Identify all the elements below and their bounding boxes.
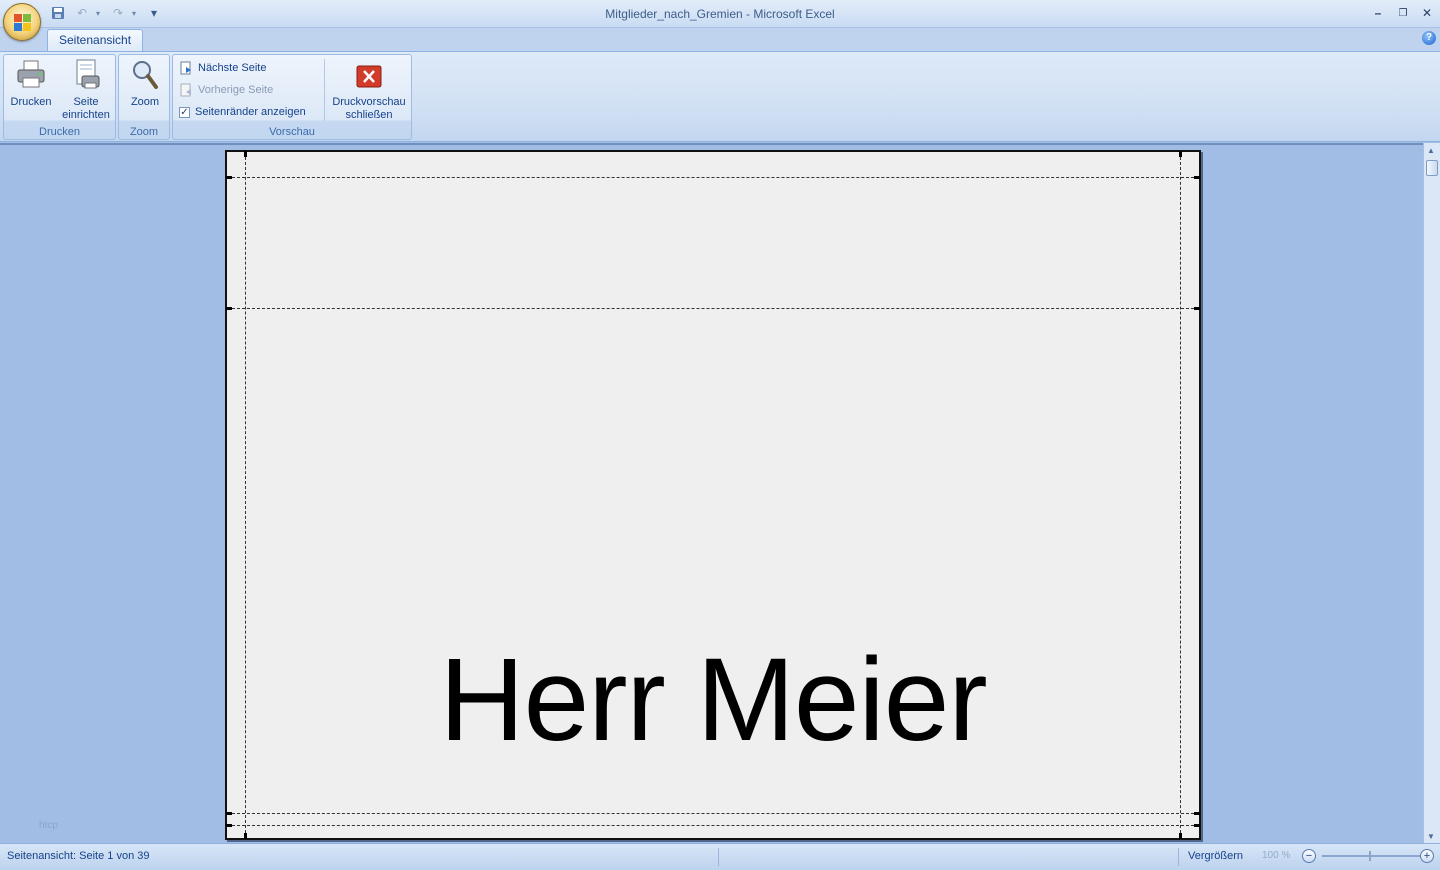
zoom-slider-center xyxy=(1369,851,1371,861)
margin-handle[interactable] xyxy=(244,151,247,157)
margin-line-bottom[interactable] xyxy=(227,813,1199,814)
show-margins-checkbox[interactable]: ✓ Seitenränder anzeigen xyxy=(179,103,306,121)
margin-line-top[interactable] xyxy=(227,308,1199,309)
close-window-button[interactable]: ✕ xyxy=(1416,4,1438,22)
group-label-zoom: Zoom xyxy=(129,126,159,138)
ribbon-tabs: Seitenansicht ? xyxy=(0,28,1440,52)
zoom-out-button[interactable]: − xyxy=(1302,849,1316,863)
previous-page-icon xyxy=(179,83,193,97)
zoom-percent[interactable]: 100 % xyxy=(1262,850,1290,861)
tab-seitenansicht[interactable]: Seitenansicht xyxy=(47,29,144,52)
minimize-button[interactable]: – xyxy=(1367,4,1389,22)
scroll-down-icon[interactable]: ▼ xyxy=(1427,832,1435,841)
page-setup-button[interactable]: Seite einrichten xyxy=(58,58,114,122)
margin-line-footer[interactable] xyxy=(227,825,1199,826)
next-page-icon xyxy=(179,61,193,75)
group-label-drucken: Drucken xyxy=(39,126,80,138)
scroll-thumb[interactable] xyxy=(1426,160,1438,176)
title-bar: ↶ ▾ ↷ ▾ ▾ Mitglieder_nach_Gremien - Micr… xyxy=(0,0,1440,28)
margin-handle[interactable] xyxy=(244,833,247,839)
margin-handle[interactable] xyxy=(226,176,232,179)
close-preview-button[interactable]: Druckvorschau schließen xyxy=(328,58,410,122)
margin-handle[interactable] xyxy=(1179,151,1182,157)
status-bar: Seitenansicht: Seite 1 von 39 Vergrößern… xyxy=(0,843,1440,870)
margin-handle[interactable] xyxy=(1194,307,1200,310)
watermark-text: htcp xyxy=(39,820,58,831)
zoom-button[interactable]: Zoom xyxy=(121,58,169,109)
margin-handle[interactable] xyxy=(226,812,232,815)
window-title: Mitglieder_nach_Gremien - Microsoft Exce… xyxy=(605,7,835,21)
margin-handle[interactable] xyxy=(1179,833,1182,839)
vertical-scrollbar[interactable]: ▲ ▼ xyxy=(1423,143,1440,843)
margin-handle[interactable] xyxy=(226,307,232,310)
print-button[interactable]: Drucken xyxy=(7,58,55,109)
help-icon[interactable]: ? xyxy=(1422,31,1436,45)
print-preview-area: Herr Meier htcp xyxy=(0,143,1440,843)
printer-icon xyxy=(15,58,47,90)
group-drucken: Drucken Seite einrichten Drucken xyxy=(3,54,116,140)
margin-handle[interactable] xyxy=(226,824,232,827)
ribbon: Drucken Seite einrichten Drucken Zoom Zo… xyxy=(0,51,1440,142)
checkmark-icon: ✓ xyxy=(179,106,190,118)
close-preview-icon xyxy=(353,58,385,90)
restore-button[interactable]: ❐ xyxy=(1392,4,1414,22)
next-page-button[interactable]: Nächste Seite xyxy=(179,59,266,77)
zoom-in-button[interactable]: + xyxy=(1420,849,1434,863)
page-setup-icon xyxy=(70,58,102,90)
zoom-label: Vergrößern xyxy=(1188,850,1244,862)
margin-line-header[interactable] xyxy=(227,177,1199,178)
page-content-text: Herr Meier xyxy=(439,634,987,766)
page-status: Seitenansicht: Seite 1 von 39 xyxy=(7,850,150,862)
margin-handle[interactable] xyxy=(1194,824,1200,827)
magnifier-icon xyxy=(129,58,161,90)
preview-page[interactable]: Herr Meier xyxy=(225,150,1201,840)
margin-handle[interactable] xyxy=(1194,176,1200,179)
group-label-vorschau: Vorschau xyxy=(269,126,315,138)
margin-handle[interactable] xyxy=(1194,812,1200,815)
previous-page-button[interactable]: Vorherige Seite xyxy=(179,81,273,99)
scroll-up-icon[interactable]: ▲ xyxy=(1427,146,1435,155)
office-logo-icon xyxy=(14,14,32,32)
office-button[interactable] xyxy=(3,3,41,41)
group-zoom: Zoom Zoom xyxy=(118,54,170,140)
group-vorschau: Nächste Seite Vorherige Seite ✓ Seitenrä… xyxy=(172,54,412,140)
zoom-slider[interactable] xyxy=(1322,855,1420,857)
